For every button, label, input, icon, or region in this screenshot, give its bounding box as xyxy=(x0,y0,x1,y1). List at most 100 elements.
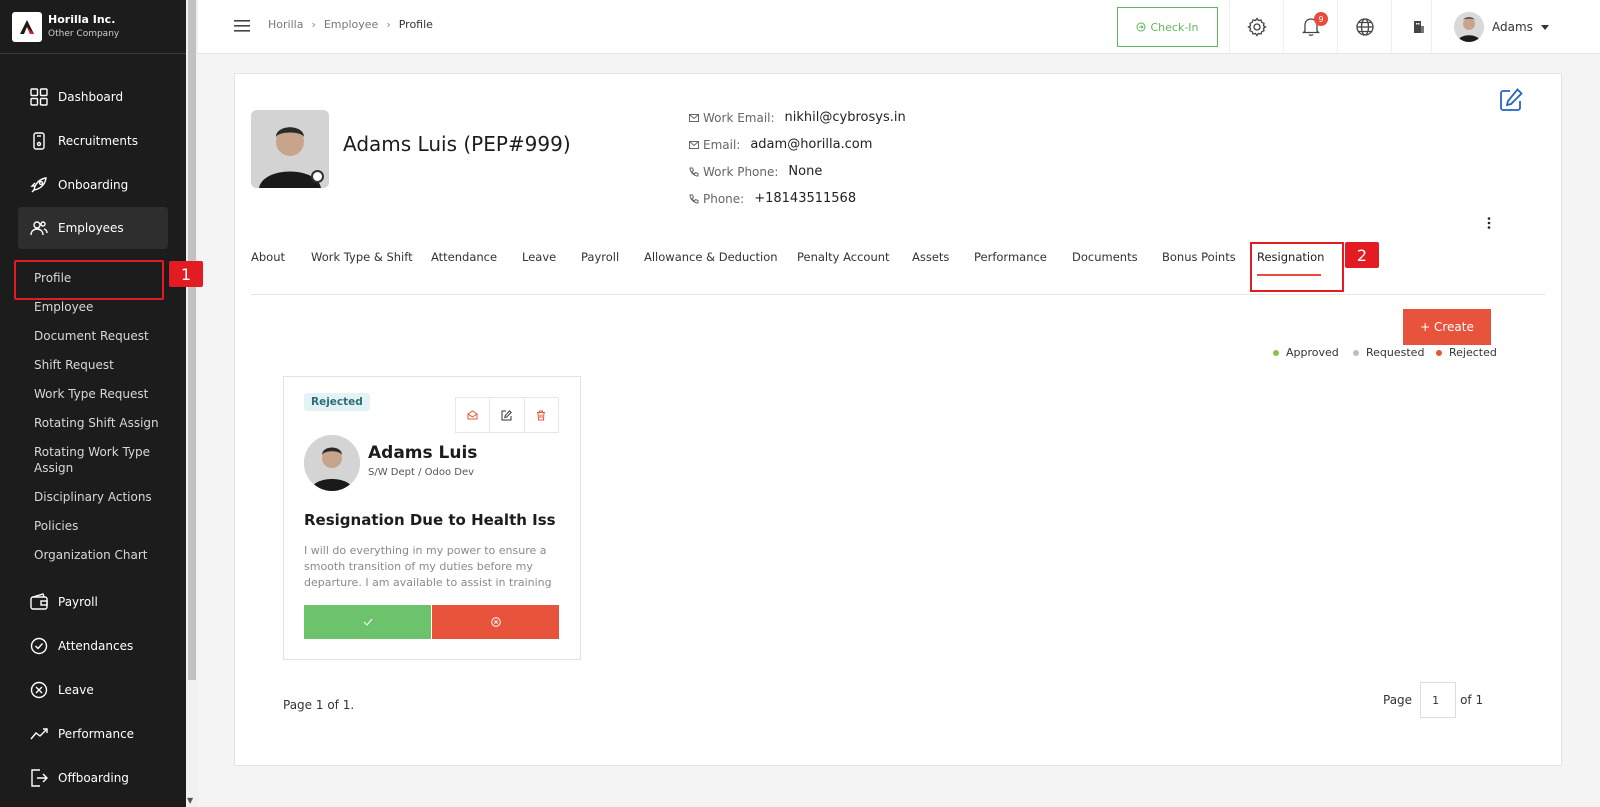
status-indicator xyxy=(311,170,324,183)
phone-row: Phone: +18143511568 xyxy=(689,191,856,206)
sidebar-item-recruitments[interactable]: Recruitments xyxy=(18,120,168,162)
sidebar-subitem-organization-chart[interactable]: Organization Chart xyxy=(34,547,174,563)
hamburger-menu-icon[interactable] xyxy=(234,19,250,33)
breadcrumb: Horilla › Employee › Profile xyxy=(268,18,433,31)
requested-dot-icon xyxy=(1353,349,1359,356)
sidebar-scrollbar[interactable]: ▼ xyxy=(186,0,198,807)
sidebar-subitem-disciplinary-actions[interactable]: Disciplinary Actions xyxy=(34,489,174,505)
sidebar-subitem-rotating-work-type-assign[interactable]: Rotating Work Type Assign xyxy=(34,444,174,476)
email-value[interactable]: adam@horilla.com xyxy=(750,137,872,152)
wallet-icon xyxy=(30,593,48,610)
scrollbar-thumb[interactable] xyxy=(188,0,196,680)
breadcrumb-separator-icon: › xyxy=(386,18,391,31)
employee-name: Adams Luis (PEP#999) xyxy=(343,132,571,156)
sidebar-subitem-shift-request[interactable]: Shift Request xyxy=(34,357,174,373)
annotation-badge-1: 1 xyxy=(169,261,203,287)
phone-icon xyxy=(689,167,699,177)
resignation-title: Resignation Due to Health Iss xyxy=(304,511,556,529)
chevron-down-icon xyxy=(1540,24,1549,30)
reject-button[interactable] xyxy=(432,605,559,639)
edit-button[interactable] xyxy=(490,398,525,432)
sidebar-subitem-document-request[interactable]: Document Request xyxy=(34,328,174,344)
user-menu[interactable]: Adams xyxy=(1431,0,1600,54)
create-button[interactable]: + Create xyxy=(1403,309,1491,345)
page-label: Page xyxy=(1383,693,1413,707)
topbar: Horilla › Employee › Profile Check-In 9 … xyxy=(198,0,1600,54)
avatar xyxy=(304,435,360,491)
sidebar-subitem-policies[interactable]: Policies xyxy=(34,518,174,534)
sidebar-item-performance[interactable]: Performance xyxy=(18,713,168,755)
globe-icon xyxy=(1355,18,1374,36)
sidebar-item-payroll[interactable]: Payroll xyxy=(18,581,168,623)
tab-attendance[interactable]: Attendance xyxy=(431,250,497,264)
status-badge: Rejected xyxy=(304,393,370,411)
sidebar-item-label: Payroll xyxy=(58,595,98,609)
sidebar-item-attendances[interactable]: Attendances xyxy=(18,625,168,667)
tab-work-type-shift[interactable]: Work Type & Shift xyxy=(311,250,413,264)
sidebar-item-label: Dashboard xyxy=(58,90,124,104)
delete-button[interactable] xyxy=(525,398,558,432)
tab-allowance-deduction[interactable]: Allowance & Deduction xyxy=(644,250,778,264)
sidebar-item-label: Employees xyxy=(58,221,124,235)
resignation-description: I will do everything in my power to ensu… xyxy=(304,544,552,589)
legend-approved[interactable]: Approved xyxy=(1273,346,1339,359)
more-options-icon[interactable] xyxy=(1485,216,1493,230)
work-email-row: Work Email: nikhil@cybrosys.in xyxy=(689,110,906,125)
scroll-down-arrow-icon[interactable]: ▼ xyxy=(187,796,193,805)
tab-documents[interactable]: Documents xyxy=(1072,250,1138,264)
sidebar-item-employees[interactable]: Employees xyxy=(18,207,168,249)
user-name: Adams xyxy=(1492,20,1533,34)
annotation-badge-2: 2 xyxy=(1345,242,1379,268)
email-row: Email: adam@horilla.com xyxy=(689,137,872,152)
work-email-value[interactable]: nikhil@cybrosys.in xyxy=(785,110,906,125)
breadcrumb-separator-icon: › xyxy=(311,18,316,31)
tab-leave[interactable]: Leave xyxy=(522,250,556,264)
company-switcher[interactable]: Horilla Inc. Other Company xyxy=(12,12,119,42)
sidebar-item-onboarding[interactable]: Onboarding xyxy=(18,164,168,206)
sidebar-divider xyxy=(0,53,186,54)
pagination-summary: Page 1 of 1. xyxy=(283,698,355,712)
tab-bonus-points[interactable]: Bonus Points xyxy=(1162,250,1236,264)
company-subtitle: Other Company xyxy=(48,29,120,39)
sidebar-subitem-rotating-shift-assign[interactable]: Rotating Shift Assign xyxy=(34,415,174,431)
sidebar-item-leave[interactable]: Leave xyxy=(18,669,168,711)
edit-profile-icon[interactable] xyxy=(1499,88,1523,112)
sidebar: Horilla Inc. Other Company Dashboard Rec… xyxy=(0,0,186,807)
legend-label: Requested xyxy=(1366,346,1425,359)
notifications-button[interactable]: 9 xyxy=(1283,0,1337,54)
page-number-input[interactable]: 1 xyxy=(1420,682,1457,718)
sidebar-item-offboarding[interactable]: Offboarding xyxy=(18,757,168,799)
phone-value[interactable]: +18143511568 xyxy=(754,191,856,206)
email-label: Email: xyxy=(703,137,741,152)
tab-penalty-account[interactable]: Penalty Account xyxy=(797,250,890,264)
tab-about[interactable]: About xyxy=(251,250,285,264)
legend-requested[interactable]: Requested xyxy=(1353,346,1424,359)
profile-panel: Adams Luis (PEP#999) Work Email: nikhil@… xyxy=(234,73,1562,766)
trend-icon xyxy=(30,728,48,740)
tab-assets[interactable]: Assets xyxy=(912,250,949,264)
work-phone-row: Work Phone: None xyxy=(689,164,822,179)
dashboard-icon xyxy=(30,88,48,106)
x-circle-icon xyxy=(490,617,501,627)
breadcrumb-item[interactable]: Horilla xyxy=(268,18,303,31)
settings-button[interactable] xyxy=(1229,0,1283,54)
breadcrumb-item[interactable]: Employee xyxy=(324,18,378,31)
sidebar-item-dashboard[interactable]: Dashboard xyxy=(18,76,168,118)
sidebar-subitem-work-type-request[interactable]: Work Type Request xyxy=(34,386,174,402)
notification-count-badge: 9 xyxy=(1314,12,1328,26)
company-name: Horilla Inc. xyxy=(48,13,116,26)
approve-button[interactable] xyxy=(304,605,431,639)
card-employee-name: Adams Luis xyxy=(368,443,478,463)
send-mail-button[interactable] xyxy=(456,398,491,432)
legend-label: Approved xyxy=(1286,346,1339,359)
tab-payroll[interactable]: Payroll xyxy=(581,250,619,264)
language-button[interactable] xyxy=(1337,0,1391,54)
sidebar-subitem-employee[interactable]: Employee xyxy=(34,299,174,315)
sidebar-item-label: Attendances xyxy=(58,639,134,653)
avatar xyxy=(1454,12,1484,42)
legend-label: Rejected xyxy=(1449,346,1497,359)
check-in-button[interactable]: Check-In xyxy=(1117,7,1218,47)
legend-rejected[interactable]: Rejected xyxy=(1436,346,1497,359)
tab-performance[interactable]: Performance xyxy=(974,250,1047,264)
people-icon xyxy=(30,221,48,236)
